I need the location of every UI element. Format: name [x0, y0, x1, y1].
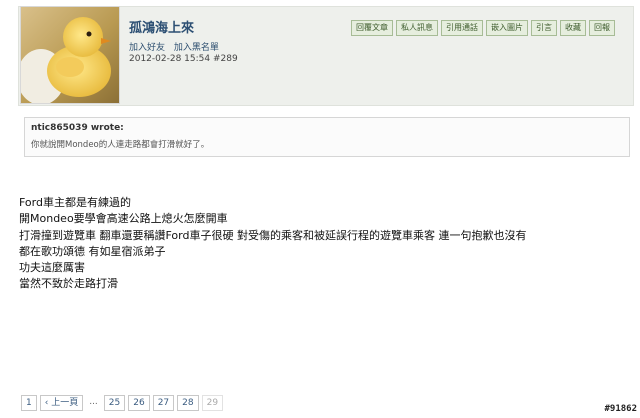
- pagination: 1 ‹ 上一頁 ... 25 26 27 28 29: [21, 395, 224, 411]
- post-meta: 2012-02-28 15:54 #289: [129, 54, 238, 64]
- page-27-link[interactable]: 27: [152, 395, 175, 411]
- bookmark-button[interactable]: 收藏: [560, 20, 586, 36]
- quote-button[interactable]: 引言: [531, 20, 557, 36]
- body-line: Ford車主都是有練過的: [19, 196, 131, 209]
- username-link[interactable]: 孤鴻海上來: [129, 17, 194, 36]
- private-message-button[interactable]: 私人訊息: [396, 20, 438, 36]
- pagination-ellipsis: ...: [86, 395, 101, 411]
- quote-author: ntic865039 wrote:: [31, 123, 124, 133]
- prev-page-link[interactable]: ‹ 上一頁: [39, 395, 84, 411]
- quote-block: ntic865039 wrote: 你就說開Mondeo的人連走路都會打滑就好了…: [24, 117, 630, 157]
- page-28-link[interactable]: 28: [177, 395, 199, 411]
- page-25-link[interactable]: 25: [103, 395, 126, 411]
- page-1-link[interactable]: 1: [21, 395, 37, 411]
- report-button[interactable]: 回報: [589, 20, 615, 36]
- page-29-current: 29: [201, 395, 224, 411]
- user-links: 加入好友 加入黑名單: [129, 40, 225, 53]
- chick-avatar-image: [21, 17, 111, 103]
- body-line: 都在歌功頌德 有如星宿派弟子: [19, 244, 166, 258]
- body-line: 當然不致於走路打滑: [19, 277, 118, 291]
- body-line: 開Mondeo要學會高速公路上熄火怎麼開車: [19, 212, 228, 226]
- avatar[interactable]: [20, 6, 120, 104]
- body-line: 功夫這麼厲害: [19, 261, 85, 275]
- quote-text: 你就說開Mondeo的人連走路都會打滑就好了。: [31, 140, 210, 150]
- reply-button[interactable]: 回覆文章: [351, 20, 393, 36]
- body-line: 打滑撞到遊覽車 翻車還要稱讚Ford車子很硬 對受傷的乘客和被延誤行程的遊覽車乘…: [19, 228, 527, 242]
- watermark: #91862: [604, 404, 637, 414]
- post-body: Ford車主都是有練過的 開Mondeo要學會高速公路上熄火怎麼開車 打滑撞到遊…: [19, 195, 634, 293]
- post-actions: 回覆文章 私人訊息 引用通話 嵌入圖片 引言 收藏 回報: [351, 20, 615, 36]
- add-friend-link[interactable]: 加入好友: [129, 43, 165, 53]
- embed-image-button[interactable]: 嵌入圖片: [486, 20, 528, 36]
- quote-link-button[interactable]: 引用通話: [441, 20, 483, 36]
- post-number[interactable]: #289: [213, 54, 238, 64]
- add-blacklist-link[interactable]: 加入黑名單: [174, 43, 219, 53]
- page-26-link[interactable]: 26: [128, 395, 150, 411]
- post-timestamp: 2012-02-28 15:54: [129, 54, 211, 64]
